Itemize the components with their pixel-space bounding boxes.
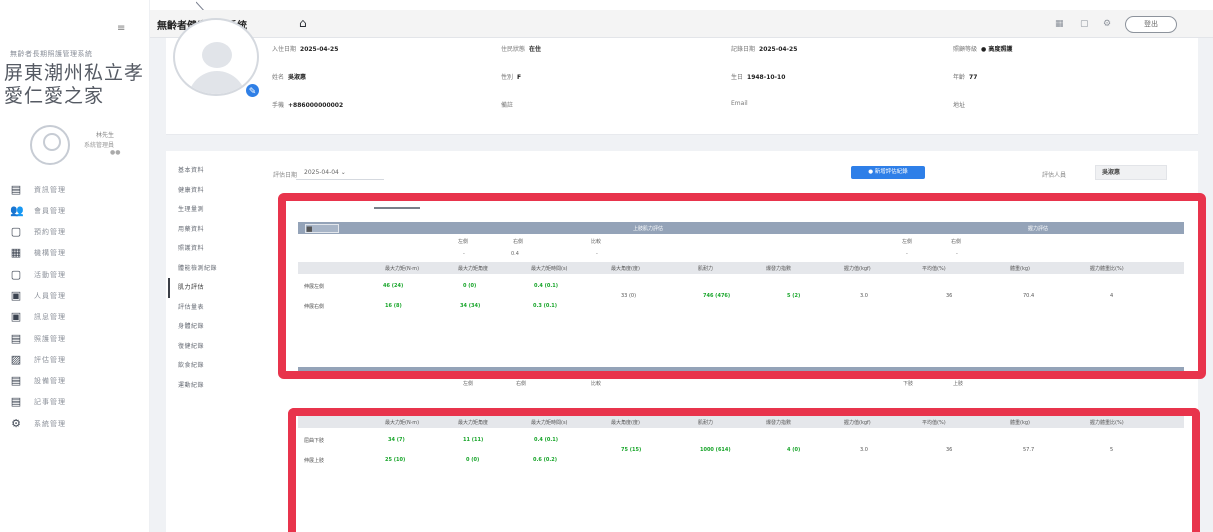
section-tab-indicator[interactable] [374,207,420,209]
sidebar-item-equipment[interactable]: ▤ 設備管理 [10,372,145,391]
upper-table-header: 最大力矩(N·m) 最大力矩角度 最大力矩時間(s) 最大角度(度) 肌耐力 爆… [298,262,1184,274]
system-subtitle: 無齡者長期照護管理系統 [10,50,93,58]
date-filter-select[interactable]: 2025-04-04 ⌄ [296,166,384,180]
grid-icon[interactable]: ▦ [1055,19,1064,29]
add-assessment-button[interactable]: ● 新增評估紀錄 [851,166,925,179]
assessment-content-card: 基本資料 健康資料 生理量測 用藥資料 照護資料 體能檢測紀錄 肌力評估 評估量… [166,151,1198,532]
building-icon: ▦ [10,246,22,260]
sidebar-item-staff[interactable]: ▣ 人員管理 [10,286,145,305]
address-field: 地址 [953,102,966,109]
record-date-field: 記錄日期 2025-04-25 [731,46,798,53]
main-area: ✎ 入住日期 2025-04-25 住民狀態 在住 記錄日期 2025-04-25 照… [150,18,1213,532]
status-field: 住民狀態 在住 [501,46,542,53]
lower-table-header: 最大力矩(N·m) 最大力矩角度 最大力矩時間(s) 最大角度(度) 肌耐力 爆… [298,416,1184,428]
gear-icon: ⚙ [11,416,21,430]
id-card-icon: ▣ [10,288,22,302]
sidebar-item-info[interactable]: ▤ 資訊管理 [10,180,145,199]
logout-button[interactable]: 登出 [1125,16,1177,33]
users-icon: 👥 [10,203,24,217]
organization-name: 屏東潮州私立孝愛仁愛之家 [4,62,145,107]
age-field: 年齡 77 [953,74,978,81]
resident-avatar[interactable]: ✎ [173,18,261,99]
user-avatar[interactable] [30,125,70,165]
subnav-item[interactable]: 生理量測 [178,200,263,220]
sidebar-item-members[interactable]: 👥 會員管理 [10,201,145,220]
fullscreen-icon[interactable]: ▢ [1080,19,1089,29]
record-subnav: 基本資料 健康資料 生理量測 用藥資料 照護資料 體能檢測紀錄 肌力評估 評估量… [168,161,263,396]
settings-icon[interactable]: ⚙ [1103,19,1111,29]
name-field: 姓名 吳淑惠 [272,74,307,81]
gender-field: 性別 F [501,74,522,81]
subnav-item[interactable]: 復健紀錄 [178,337,263,357]
hamburger-menu-icon[interactable]: ≡ [117,23,125,34]
home-icon[interactable]: ⌂ [299,16,307,30]
subnav-item[interactable]: 身體紀錄 [178,317,263,337]
device-icon: ▤ [10,374,22,388]
email-field: Email [731,100,748,107]
user-name: 林先生 [96,132,115,139]
subnav-item[interactable]: 用藥資料 [178,220,263,240]
sidebar-item-facility[interactable]: ▦ 機構管理 [10,244,145,263]
sidebar-item-booking[interactable]: ▢ 預約管理 [10,223,145,242]
sidebar-item-care[interactable]: ▤ 照護管理 [10,329,145,348]
lower-band-header [298,367,1184,375]
subnav-item[interactable]: 健康資料 [178,181,263,201]
edit-avatar-icon[interactable]: ✎ [244,82,261,99]
message-icon: ▣ [10,310,22,324]
birth-field: 生日 1948-10-10 [731,74,786,81]
user-role: 系統管理員 [84,142,115,149]
subnav-item[interactable]: 照護資料 [178,239,263,259]
notebook-icon: ▤ [10,395,22,409]
top-bar: 無齡者健康管理系統 ⌂ ▦ ▢ ⚙ 登出 [150,10,1213,38]
sidebar-item-system[interactable]: ⚙ 系統管理 [10,414,145,433]
subnav-item[interactable]: 運動紀錄 [178,376,263,396]
upper-band-header: ■ 上肢肌力評估 握力評估 [298,222,1184,234]
subnav-item[interactable]: 飲食紀錄 [178,356,263,376]
band-tag[interactable]: ■ [305,224,339,233]
document-icon: ▤ [10,182,22,196]
square-icon: ▢ [10,267,22,281]
user-status: ●● [110,149,121,156]
evaluator-input[interactable]: 吳淑惠 [1095,165,1167,180]
subnav-item[interactable]: 體能檢測紀錄 [178,259,263,279]
subnav-item[interactable]: 基本資料 [178,161,263,181]
sidebar-item-notes[interactable]: ▤ 記事管理 [10,393,145,412]
date-filter-label: 評估日期 [273,172,298,179]
chart-icon: ▨ [10,352,22,366]
sidebar-item-messages[interactable]: ▣ 訊息管理 [10,308,145,327]
note-field: 備註 [501,102,514,109]
sidebar-item-assessment[interactable]: ▨ 評估管理 [10,350,145,369]
clipboard-icon: ▤ [10,331,22,345]
calendar-icon: ▢ [10,225,22,239]
sidebar-item-activity[interactable]: ▢ 活動管理 [10,265,145,284]
evaluator-label: 評估人員 [1042,172,1067,179]
sidebar: ≡ 無齡者長期照護管理系統 屏東潮州私立孝愛仁愛之家 林先生 系統管理員 ●● … [0,0,150,532]
admit-date-field: 入住日期 2025-04-25 [272,46,339,53]
phone-field: 手機 +886000000002 [272,102,344,109]
subnav-item-active[interactable]: 肌力評估 [168,278,263,298]
resident-profile-card: ✎ 入住日期 2025-04-25 住民狀態 在住 記錄日期 2025-04-25 照… [166,18,1198,135]
care-level-field: 照顧等級 ● 高度照護 [953,46,1013,53]
subnav-item[interactable]: 評估量表 [178,298,263,318]
sidebar-nav: ▤ 資訊管理 👥 會員管理 ▢ 預約管理 ▦ 機構管理 ▢ 活動管理 ▣ 人員管理 ▣ 訊息管… [10,180,145,436]
